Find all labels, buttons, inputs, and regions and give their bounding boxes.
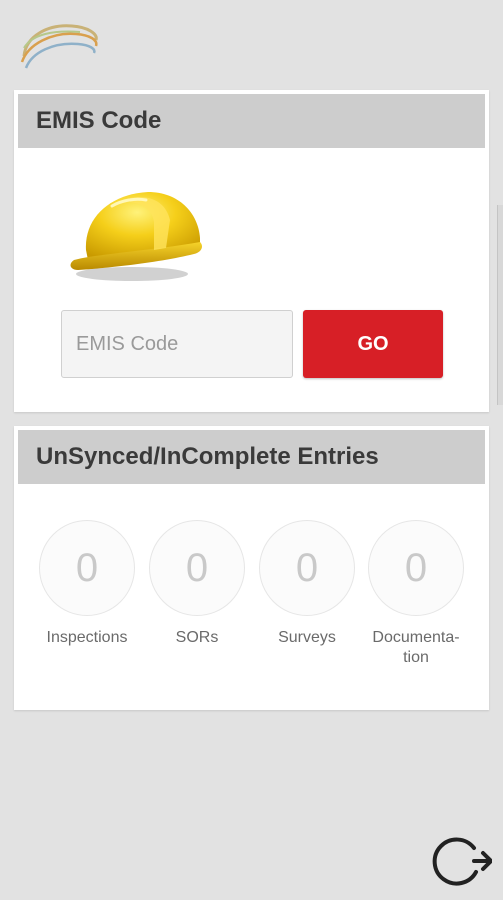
stat-label: Inspections xyxy=(46,629,128,646)
emis-card-header: EMIS Code xyxy=(18,94,485,148)
side-drawer-handle[interactable] xyxy=(497,205,503,405)
emis-code-input[interactable] xyxy=(61,310,293,378)
stat-count: 0 xyxy=(149,520,245,616)
stat-count: 0 xyxy=(259,520,355,616)
unsynced-card-header: UnSynced/InComplete Entries xyxy=(18,430,485,484)
emis-card-title: EMIS Code xyxy=(36,107,162,134)
stat-inspections[interactable]: 0 Inspections xyxy=(27,520,147,648)
sync-button[interactable] xyxy=(430,834,493,888)
unsynced-entries-card: UnSynced/InComplete Entries 0 Inspection… xyxy=(14,426,489,710)
stat-sors[interactable]: 0 SORs xyxy=(137,520,257,648)
stat-surveys[interactable]: 0 Surveys xyxy=(247,520,367,648)
unsynced-card-title: UnSynced/InComplete Entries xyxy=(36,443,379,470)
stat-label: Surveys xyxy=(278,629,336,646)
stats-row: 0 Inspections 0 SORs 0 Surveys 0 Documen… xyxy=(14,520,489,680)
hard-hat-icon xyxy=(70,192,202,281)
stat-count: 0 xyxy=(368,520,464,616)
stat-label: SORs xyxy=(175,629,219,646)
emis-code-card: EMIS Code GO xyxy=(14,90,489,412)
stat-count: 0 xyxy=(39,520,135,616)
sync-icon xyxy=(432,837,493,886)
go-button[interactable]: GO xyxy=(303,310,443,378)
logo-icon xyxy=(20,24,98,69)
stat-label: Documenta- tion xyxy=(372,629,460,666)
stat-documentation[interactable]: 0 Documenta- tion xyxy=(356,520,476,668)
